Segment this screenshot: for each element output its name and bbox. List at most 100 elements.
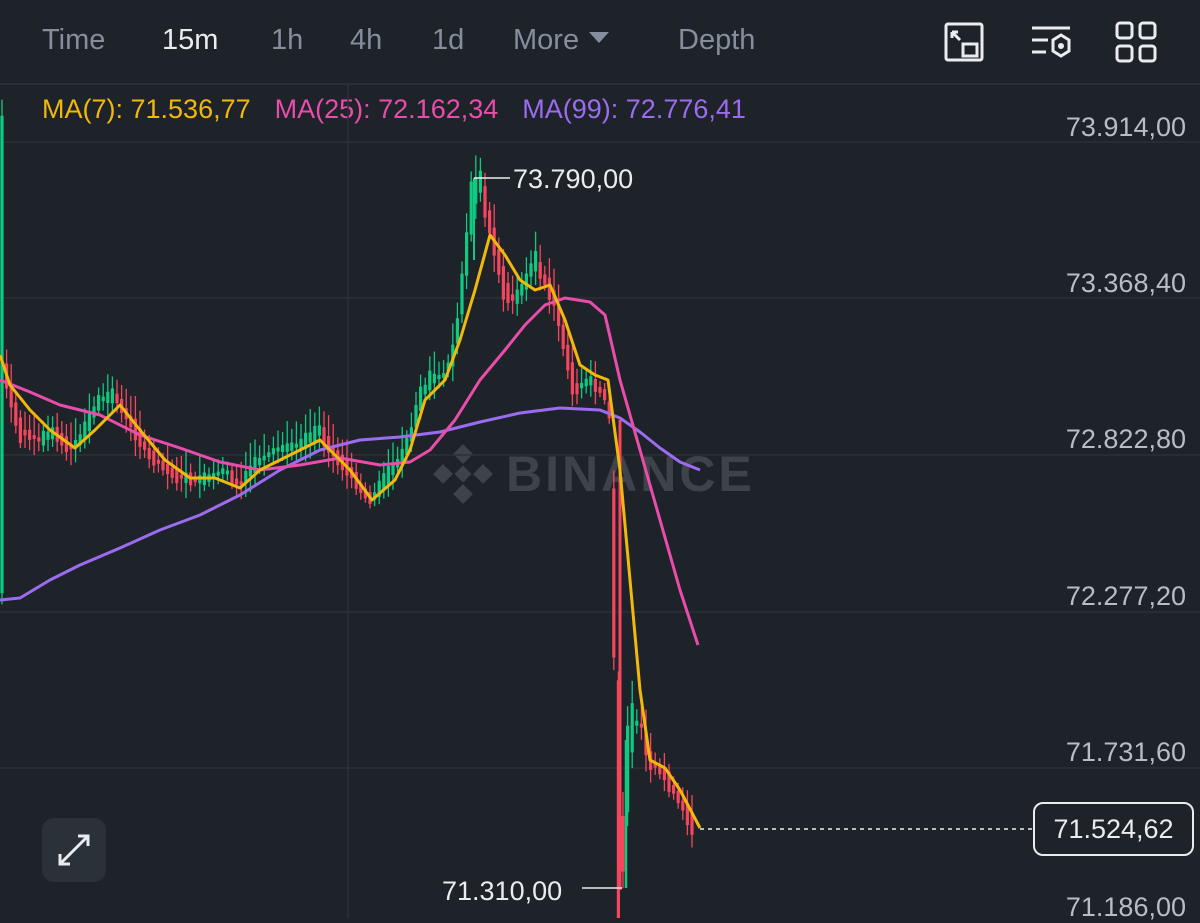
candle xyxy=(308,409,312,459)
candle-body xyxy=(497,249,501,275)
candle-body xyxy=(423,384,427,395)
candle xyxy=(377,470,381,505)
candle xyxy=(478,157,482,202)
candle xyxy=(524,257,528,301)
candle xyxy=(0,99,4,605)
candle-body xyxy=(483,186,487,218)
candle-body xyxy=(14,402,18,426)
candle-body xyxy=(612,488,616,658)
price-tick: 72.277,20 xyxy=(1065,581,1186,611)
candle xyxy=(267,445,271,463)
price-tick: 73.914,00 xyxy=(1065,112,1186,142)
candle xyxy=(538,245,542,291)
candle xyxy=(621,792,625,889)
candle xyxy=(501,248,505,312)
candle xyxy=(198,454,202,499)
candle-body xyxy=(267,452,271,457)
candle xyxy=(235,463,239,495)
candle xyxy=(593,361,597,405)
candle-body xyxy=(501,266,505,300)
candle xyxy=(469,171,473,242)
candle-body xyxy=(460,273,464,315)
candle xyxy=(101,383,105,411)
price-tick: 71.186,00 xyxy=(1065,892,1186,922)
candle xyxy=(92,396,96,425)
candle xyxy=(534,231,538,285)
candle-body xyxy=(271,448,275,455)
candle-body xyxy=(290,442,294,451)
candle-body xyxy=(221,468,225,475)
expand-arrows-icon xyxy=(58,834,90,866)
candle xyxy=(271,436,275,463)
candle-body xyxy=(635,720,639,726)
candle-body xyxy=(593,378,597,392)
candle-body xyxy=(621,815,625,872)
candle-body xyxy=(455,318,459,344)
candle-body xyxy=(294,443,298,448)
candle xyxy=(32,412,36,456)
candle xyxy=(603,383,607,405)
candle xyxy=(313,412,317,452)
candle xyxy=(83,408,87,449)
price-tick: 71.731,60 xyxy=(1065,737,1186,767)
candle xyxy=(9,363,13,423)
candle-body xyxy=(87,411,91,432)
candle-body xyxy=(543,274,547,285)
candle xyxy=(589,360,593,397)
candle xyxy=(110,376,114,412)
candle xyxy=(584,368,588,394)
candle-body xyxy=(0,115,4,594)
candle-body xyxy=(386,465,390,486)
candle xyxy=(212,458,216,490)
candle-body xyxy=(529,263,533,277)
last-price-badge: 71.524,62 xyxy=(1033,802,1194,856)
candle xyxy=(253,439,257,486)
candle-body xyxy=(46,431,50,440)
candle xyxy=(658,758,662,780)
candle xyxy=(575,368,579,405)
candle-body xyxy=(235,478,239,485)
candlestick-chart[interactable] xyxy=(0,0,1200,918)
candle-body xyxy=(161,460,165,471)
ma99-line xyxy=(0,406,701,602)
candle-body xyxy=(110,388,114,404)
candle xyxy=(460,261,464,323)
candle-body xyxy=(603,389,607,401)
candle-body xyxy=(584,378,588,387)
ma7-line xyxy=(0,233,702,829)
chart-annotations xyxy=(474,177,1032,889)
candle-body xyxy=(469,181,473,235)
candle xyxy=(166,442,170,490)
candle xyxy=(630,680,634,769)
candle-body xyxy=(37,437,41,442)
candle xyxy=(635,709,639,734)
candle xyxy=(520,271,524,305)
candle-body xyxy=(170,467,174,478)
candle xyxy=(483,172,487,227)
candle xyxy=(685,790,689,836)
candle xyxy=(667,763,671,798)
candle xyxy=(78,424,82,453)
candle xyxy=(570,345,574,407)
candle-body xyxy=(230,470,234,484)
candle-body xyxy=(520,284,524,296)
candle xyxy=(285,421,289,468)
candle xyxy=(37,423,41,452)
candle-body xyxy=(575,383,579,395)
candle-body xyxy=(538,262,542,279)
candles xyxy=(0,99,694,918)
candle-body xyxy=(28,429,32,440)
candle xyxy=(690,795,694,848)
candle xyxy=(221,457,225,482)
candle-body xyxy=(166,464,170,475)
candle xyxy=(46,415,50,452)
price-tick: 72.822,80 xyxy=(1065,424,1186,454)
candle-body xyxy=(511,294,515,301)
candle xyxy=(55,412,59,452)
candle xyxy=(511,275,515,314)
candle xyxy=(382,461,386,499)
candle-body xyxy=(566,344,570,371)
candle xyxy=(612,470,616,671)
candle-body xyxy=(515,289,519,304)
expand-chart-button[interactable] xyxy=(42,818,106,882)
